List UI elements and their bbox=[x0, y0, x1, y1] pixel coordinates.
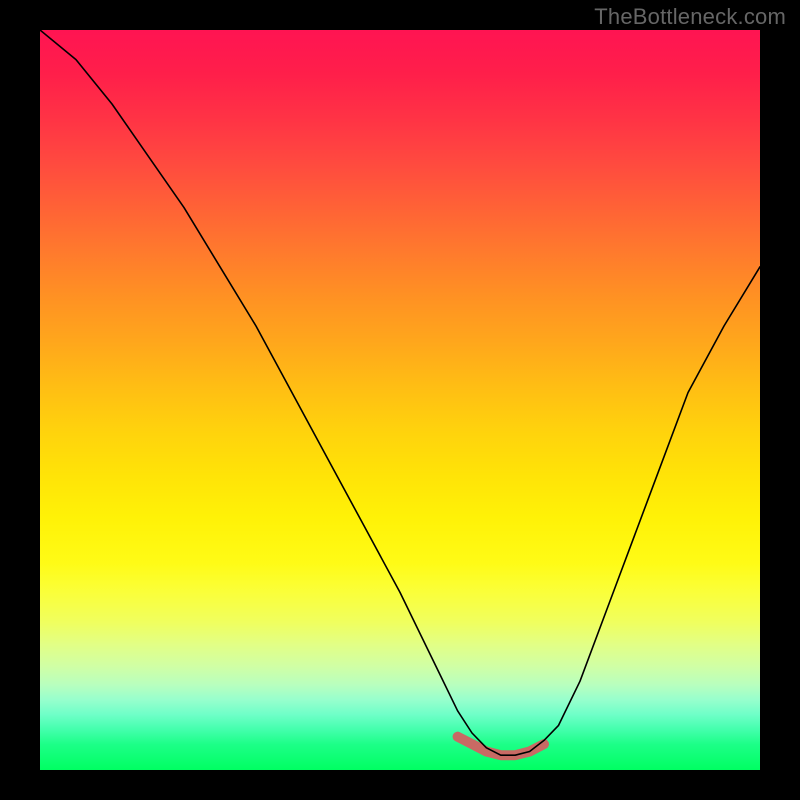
valley-highlight-stroke bbox=[458, 737, 544, 756]
plot-area bbox=[40, 30, 760, 770]
chart-overlay bbox=[40, 30, 760, 770]
bottleneck-curve bbox=[40, 30, 760, 755]
watermark-text: TheBottleneck.com bbox=[594, 4, 786, 30]
chart-frame: TheBottleneck.com bbox=[0, 0, 800, 800]
